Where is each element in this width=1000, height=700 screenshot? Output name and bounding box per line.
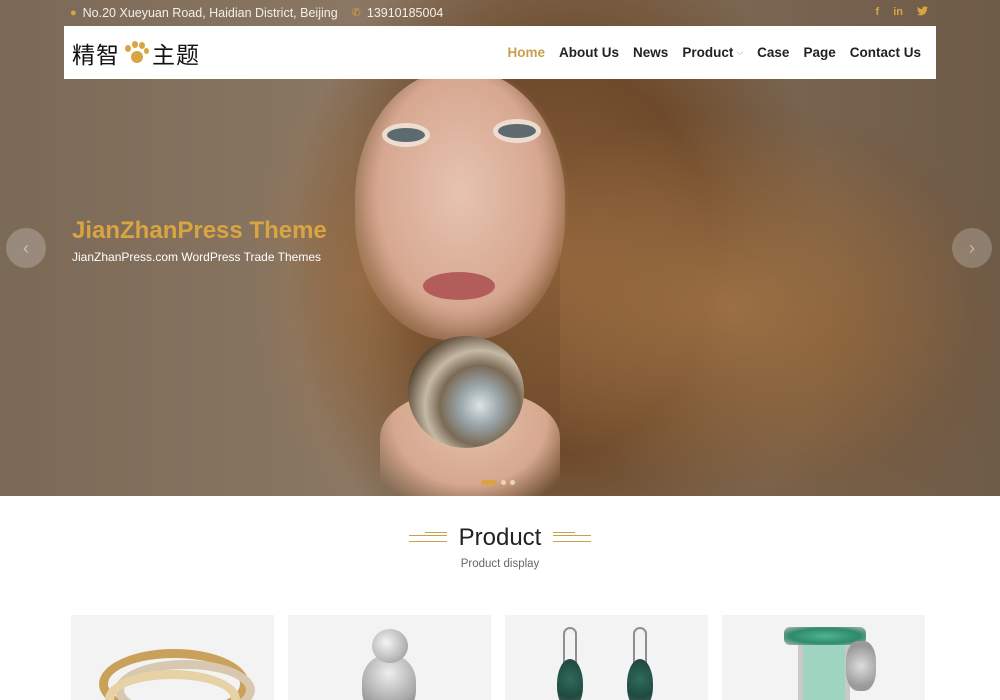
slide-title: JianZhanPress Theme [72,217,327,244]
heading-decoration-right [553,531,592,542]
phone-icon: ✆ [351,7,361,19]
twitter-icon[interactable] [917,6,928,19]
watch-image-case [798,637,850,700]
product-section-title: Product [458,524,542,551]
product-card-watch[interactable] [722,615,925,700]
phone-text: 13910185004 [366,5,444,20]
brooch-image-head [372,629,408,663]
product-card-bird-brooch[interactable] [288,615,491,700]
phone-info: ✆ 13910185004 [352,6,444,20]
hero-image-ring [408,336,524,448]
product-card-ring[interactable] [71,615,274,700]
top-info-bar: ● No.20 Xueyuan Road, Haidian District, … [64,0,936,25]
chevron-right-icon: › [969,237,975,258]
facebook-icon[interactable]: f [876,6,880,19]
nav-item-product-label: Product [682,45,734,60]
chevron-down-icon: ⌵ [736,47,744,57]
hero-image-eye-left [387,128,425,142]
hero-image-hair-right [560,110,980,496]
site-header: 精智 主题 Home About Us News Product ⌵ Case … [64,26,936,79]
nav-item-news[interactable]: News [633,45,668,60]
heading-decoration-left [408,531,447,542]
slide-subtitle: JianZhanPress.com WordPress Trade Themes [72,250,321,264]
nav-item-page[interactable]: Page [803,45,835,60]
address-info: ● No.20 Xueyuan Road, Haidian District, … [70,6,338,20]
nav-item-product[interactable]: Product ⌵ [682,45,743,60]
social-links: f in [876,6,928,19]
main-nav: Home About Us News Product ⌵ Case Page C… [508,45,921,60]
chevron-left-icon: ‹ [23,237,29,258]
watch-image-side [846,641,876,691]
linkedin-icon[interactable]: in [893,6,903,19]
product-card-earrings[interactable] [505,615,708,700]
slider-next-button[interactable]: › [952,228,992,268]
nav-item-case[interactable]: Case [757,45,789,60]
address-text: No.20 Xueyuan Road, Haidian District, Be… [82,5,338,20]
site-logo[interactable]: 精智 主题 [72,36,200,70]
hero-image-eye-right [498,124,536,138]
slider-dot-2[interactable] [501,480,506,485]
slider-dot-1[interactable] [481,480,497,485]
nav-item-about-us[interactable]: About Us [559,45,619,60]
paw-icon [122,40,150,66]
product-section-heading: Product [0,524,1000,552]
logo-text-left: 精智 [72,41,120,68]
slider-prev-button[interactable]: ‹ [6,228,46,268]
earring-image-drop-left [557,659,583,700]
location-pin-icon: ● [70,6,77,19]
hero-image-lips [423,272,495,300]
slider-dot-3[interactable] [510,480,515,485]
logo-text-right: 主题 [152,41,200,68]
slider-pagination [481,480,515,485]
nav-item-home[interactable]: Home [508,45,546,60]
product-section-subtitle: Product display [460,558,540,570]
product-grid [71,615,925,700]
earring-image-drop-right [627,659,653,700]
nav-item-contact-us[interactable]: Contact Us [850,45,921,60]
